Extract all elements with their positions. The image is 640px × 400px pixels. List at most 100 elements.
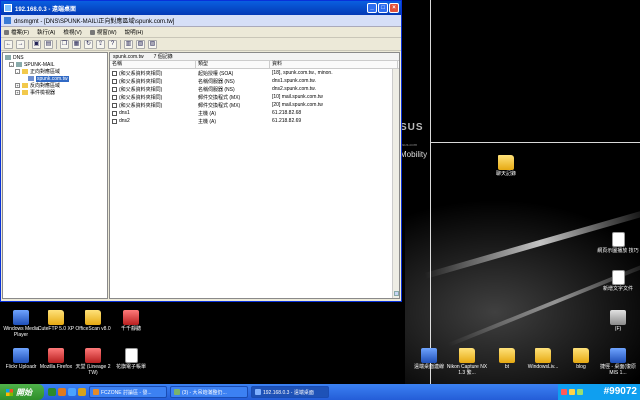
menu-help[interactable]: 說明(H) [125,28,144,36]
tree-node[interactable]: - 正向對應區域 [5,68,105,75]
tree-node[interactable]: DNS [5,54,105,61]
copy-icon[interactable]: ❐ [60,39,69,49]
collapse-icon[interactable]: - [15,69,20,74]
game-icon [85,348,101,363]
column-headers: 名稱 類型 資料 [110,61,399,69]
desktop-icon[interactable]: blog [560,348,602,370]
taskbar-item[interactable]: FCZONE 討論區 - 發... [89,386,167,398]
vertical-scrollbar[interactable] [392,69,399,298]
tree-node[interactable]: spunk.com.tw [5,75,105,82]
column-header-type[interactable]: 類型 [196,61,270,68]
properties-icon[interactable]: ▦ [72,39,81,49]
desktop-icon-label: Windows Media Player [3,326,39,338]
back-icon[interactable]: ← [4,39,13,49]
record-name: (和父系資料夾相同) [119,102,163,109]
column-header-data[interactable]: 資料 [270,61,398,68]
desktop-icon[interactable]: 天堂 (Lineage 2 TW) [72,348,114,376]
scroll-down-arrow[interactable] [394,291,399,296]
desktop-icon-label: blog [576,364,586,370]
desktop-icon[interactable]: CuteFTP 5.0 XP [35,310,77,332]
expand-icon[interactable]: + [15,90,20,95]
table-row[interactable]: (和父系資料夾相同) 郵件交換程式 (MX) [20] mail.spunk.com… [110,101,399,109]
taskbar-item[interactable]: 192.168.0.3 - 遠端桌面 [251,386,329,398]
menu-bar: 檔案(F) 執行(A) 檢視(V) 視窗(W) 說明(H) [1,27,401,38]
tree-node[interactable]: + 反向對應區域 [5,82,105,89]
record-icon [112,110,117,116]
desktop-icon[interactable]: Mozilla Firefox [35,348,77,370]
tray-volume-icon[interactable] [577,389,583,395]
desktop-icon[interactable]: WindowsLiv... [522,348,564,370]
minimize-button[interactable]: _ [367,3,377,13]
browser-icon [174,389,180,395]
forward-icon[interactable]: → [16,39,25,49]
table-row[interactable]: (和父系資料夾相同) 起始授權 (SOA) [18], spunk.com.tw.,… [110,69,399,77]
record-icon [112,94,117,100]
maximize-button[interactable]: □ [378,3,388,13]
menu-view[interactable]: 檢視(V) [63,28,81,36]
tree-node-label: 反向對應區域 [30,83,61,89]
folder-icon [85,310,101,325]
desktop-icon-label: 聊天記錄 [495,171,516,177]
record-data: [10] mail.spunk.com.tw [272,94,323,100]
quick-launch [48,388,86,396]
close-button[interactable]: × [389,3,399,13]
firefox-icon[interactable] [58,388,66,396]
tray-antivirus-icon[interactable] [561,389,567,395]
record-data: 61.218.82.69 [272,118,302,124]
desktop-icon[interactable]: 新增文字文件 [597,270,639,292]
new-host-icon[interactable]: ▧ [136,39,145,49]
export-icon[interactable]: ⇪ [96,39,105,49]
taskbar-item-label: 192.168.0.3 - 遠端桌面 [263,389,314,396]
desktop-icon[interactable]: OfficeScan v8.0 [72,310,114,332]
wallpaper-brand: SUS [400,122,424,133]
tree-node[interactable]: + 事件檢視器 [5,89,105,96]
desktop-icon[interactable]: 花旗電子帳單 [110,348,152,370]
column-header-name[interactable]: 名稱 [110,61,196,68]
table-row[interactable]: (和父系資料夾相同) 名稱伺服器 (NS) dns2.spunk.com.tw. [110,85,399,93]
desktop-icon[interactable]: (F) [597,310,639,332]
help-icon[interactable]: ? [108,39,117,49]
menu-file[interactable]: 檔案(F) [4,28,29,36]
taskbar-item[interactable]: (3) - 大吊炮滿整仍... [170,386,248,398]
desktop-icon[interactable]: 捷徑 - 桌面(復原 MIS 1... [597,348,639,376]
new-mail-exchanger-icon[interactable]: ▨ [148,39,157,49]
new-record-icon[interactable]: ▥ [124,39,133,49]
file-icon [4,29,9,35]
desktop-icon[interactable]: 聊天記錄 [485,155,527,177]
media-player-icon [13,310,29,325]
desktop-icon-label: 花旗電子帳單 [115,364,146,370]
up-folder-icon[interactable]: ▣ [32,39,41,49]
menu-action[interactable]: 執行(A) [37,28,55,36]
menu-window[interactable]: 視窗(W) [89,28,117,36]
record-name: (和父系資料夾相同) [119,70,163,77]
remote-desktop-icon [255,389,261,395]
desktop-icon[interactable]: 遠端桌面連線 [408,348,450,370]
record-data: [20] mail.spunk.com.tw [272,102,323,108]
desktop-icon[interactable]: Nikon Capture NX 1.3 繁... [446,348,488,376]
record-type: 名稱伺服器 (NS) [198,78,235,85]
start-button[interactable]: 開始 [0,384,44,400]
desktop-icon[interactable]: 千千靜聽 [110,310,152,332]
table-row[interactable]: (和父系資料夾相同) 郵件交換程式 (MX) [10] mail.spunk.com… [110,93,399,101]
tray-network-icon[interactable] [569,389,575,395]
record-type: 起始授權 (SOA) [198,70,234,77]
table-row[interactable]: dns1 主機 (A) 61.218.82.68 [110,109,399,117]
folder-icon[interactable] [78,388,86,396]
refresh-icon[interactable]: ↻ [84,39,93,49]
record-icon [112,78,117,84]
expand-icon[interactable]: + [15,83,20,88]
window-titlebar[interactable]: 192.168.0.3 - 遠端桌面 _ □ × [1,1,401,15]
show-desktop-icon[interactable] [48,388,56,396]
server-icon [16,62,22,67]
internet-explorer-icon[interactable] [68,388,76,396]
collapse-icon[interactable]: - [9,62,14,67]
tree-node[interactable]: - SPUNK-MAIL [5,61,105,68]
show-tree-icon[interactable]: ▤ [44,39,53,49]
table-row[interactable]: dns2 主機 (A) 61.218.82.69 [110,117,399,125]
desktop-icon-label: Mozilla Firefox [39,364,73,370]
table-row[interactable]: (和父系資料夾相同) 名稱伺服器 (NS) dns1.spunk.com.tw. [110,77,399,85]
folder-icon [573,348,589,363]
desktop-icon[interactable]: 網頁示圖播放 技巧 [597,232,639,254]
music-player-icon [123,310,139,325]
taskbar-item-label: (3) - 大吊炮滿整仍... [182,389,227,396]
